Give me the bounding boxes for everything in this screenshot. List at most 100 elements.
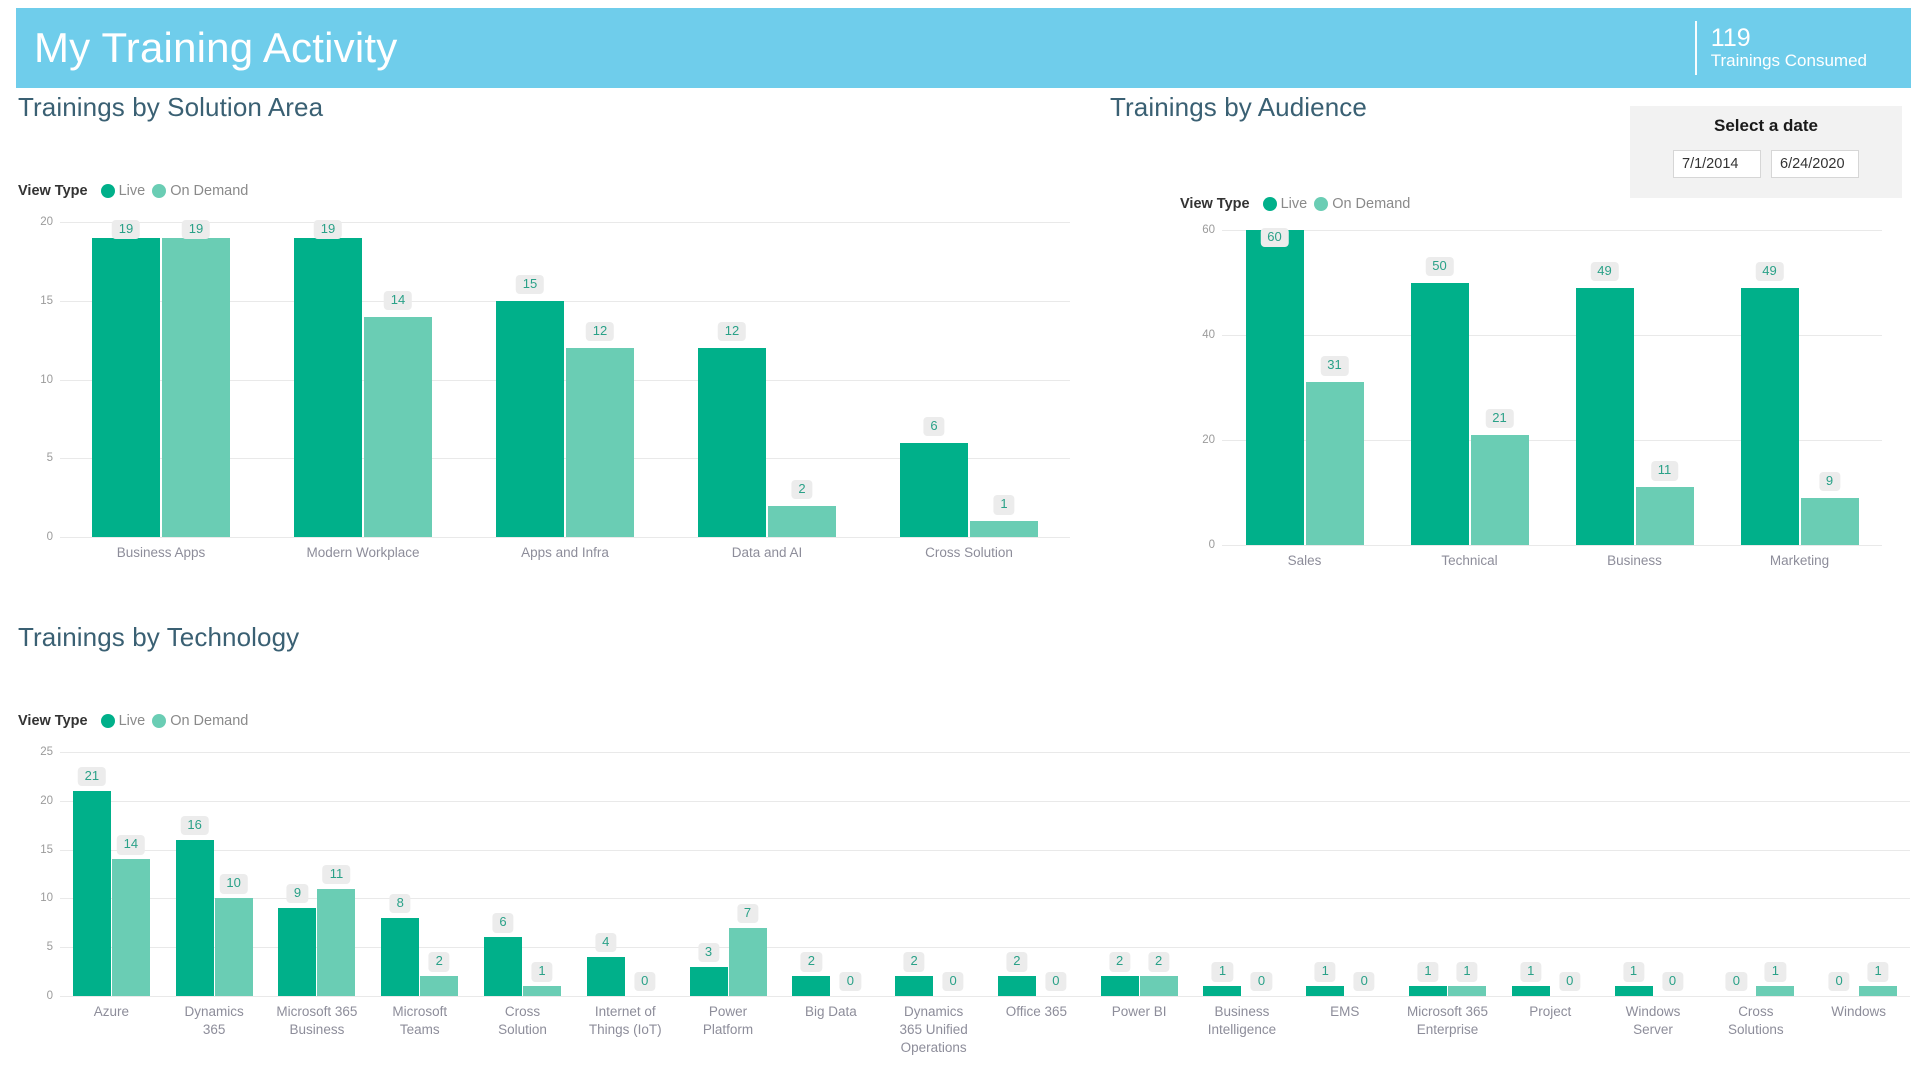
bar-data-label: 12	[717, 322, 747, 342]
bar[interactable]	[214, 898, 253, 996]
bar[interactable]	[1100, 976, 1139, 996]
bar[interactable]	[1800, 497, 1859, 545]
legend-dot-ondemand	[152, 714, 167, 728]
y-axis-tick: 40	[1202, 329, 1215, 341]
chart-technology[interactable]: 0 5 10 15 20 25 21 14 16 10 9 11 8 2 6 1 4 0 3 7 2 0 2 0 2 0 2 2 1 0 1…	[40, 746, 1910, 1002]
legend-item-ondemand[interactable]: On Demand	[1314, 196, 1410, 212]
bar[interactable]	[1245, 230, 1304, 545]
bar[interactable]	[1511, 986, 1550, 996]
bar[interactable]	[1575, 287, 1634, 545]
bar[interactable]	[1409, 986, 1447, 996]
bar[interactable]	[111, 859, 150, 996]
bar[interactable]	[381, 917, 420, 996]
legend-item-live[interactable]: Live	[1262, 196, 1307, 212]
bar-data-label: 11	[1650, 461, 1679, 481]
bar-data-label: 1	[1456, 962, 1478, 982]
legend-label-ondemand: On Demand	[1332, 196, 1411, 212]
bar-data-label: 19	[181, 220, 211, 240]
bar[interactable]	[162, 237, 230, 537]
bar[interactable]	[1470, 434, 1529, 545]
x-axis-label: Apps and Infra	[521, 545, 609, 560]
date-slicer-title: Select a date	[1714, 116, 1818, 135]
bar[interactable]	[496, 300, 564, 537]
x-axis-label: Power BI	[1111, 1004, 1167, 1019]
bar[interactable]	[1203, 986, 1242, 996]
chart-audience[interactable]: 0 20 40 60 60 31 50 21 49 11 49 9	[1202, 224, 1882, 551]
bar[interactable]	[523, 986, 561, 996]
x-axis-label: Business Apps	[116, 545, 206, 560]
kpi-divider	[1694, 21, 1697, 75]
bar[interactable]	[1448, 986, 1486, 996]
date-slicer[interactable]: Select a date 7/1/2014 6/24/2020	[1630, 106, 1902, 198]
bar[interactable]	[1139, 976, 1178, 996]
legend-item-live[interactable]: Live	[100, 183, 145, 199]
bar[interactable]	[689, 966, 728, 996]
bar[interactable]	[1635, 487, 1694, 545]
bar[interactable]	[997, 976, 1036, 996]
bar[interactable]	[586, 956, 625, 996]
y-axis-tick: 20	[1202, 434, 1215, 446]
bar[interactable]	[1859, 986, 1898, 996]
chart-solution-area-xaxis: Business Apps Modern Workplace Apps and In…	[60, 540, 1070, 598]
bar-data-label: 11	[322, 864, 351, 884]
bar[interactable]	[420, 976, 459, 996]
bar[interactable]	[698, 348, 766, 537]
legend-label-live: Live	[118, 713, 146, 729]
bar[interactable]	[1410, 282, 1469, 545]
legend-audience: View Type Live On Demand	[1180, 196, 1410, 212]
bar[interactable]	[484, 937, 522, 996]
bar[interactable]	[72, 791, 111, 996]
chart-solution-area[interactable]: 0 5 10 15 20 19 19 19 14 15 12 12 2 6 1	[40, 216, 1070, 543]
legend-item-ondemand[interactable]: On Demand	[152, 713, 248, 729]
bar[interactable]	[970, 521, 1038, 537]
bar-data-label: 4	[595, 932, 617, 953]
bar[interactable]	[1614, 986, 1653, 996]
gridline	[60, 996, 1910, 997]
legend-item-ondemand[interactable]: On Demand	[152, 183, 248, 199]
bar[interactable]	[175, 839, 214, 996]
bar-data-label: 6	[492, 913, 514, 933]
bar[interactable]	[895, 976, 934, 996]
bar[interactable]	[900, 442, 968, 537]
bar[interactable]	[294, 237, 362, 537]
bar-data-label: 14	[383, 290, 413, 310]
bar[interactable]	[728, 927, 767, 996]
bar-data-label: 10	[219, 874, 248, 894]
bar-data-label: 12	[585, 322, 615, 342]
x-axis-label: Microsoft Teams	[392, 1004, 448, 1038]
bar[interactable]	[317, 888, 356, 996]
x-axis-label: Sales	[1287, 553, 1322, 568]
bar[interactable]	[1306, 986, 1345, 996]
bar-data-label: 2	[903, 952, 925, 972]
bar-data-label: 0	[1250, 972, 1273, 992]
bar[interactable]	[278, 908, 317, 996]
bar[interactable]	[768, 505, 836, 537]
bar-data-label: 2	[1109, 952, 1131, 972]
end-date-input[interactable]: 6/24/2020	[1771, 150, 1859, 178]
bar[interactable]	[1740, 287, 1799, 545]
x-axis-label: Cross Solution	[498, 1004, 547, 1038]
page-title: My Training Activity	[34, 24, 398, 71]
start-date-input[interactable]: 7/1/2014	[1673, 150, 1761, 178]
bar[interactable]	[1756, 986, 1795, 996]
x-axis-label: Big Data	[804, 1004, 857, 1019]
bar-data-label: 49	[1590, 261, 1619, 282]
bar-data-label: 0	[1559, 972, 1581, 992]
legend-label-ondemand: On Demand	[170, 713, 249, 729]
bar-data-label: 50	[1425, 256, 1454, 276]
x-axis-label: Windows Server	[1625, 1004, 1681, 1038]
kpi-trainings-consumed: 119 Trainings Consumed	[1694, 17, 1911, 79]
bar[interactable]	[92, 237, 160, 537]
bar-data-label: 1	[1314, 962, 1336, 982]
bar-data-label: 1	[1520, 962, 1542, 982]
gridline	[60, 800, 1910, 802]
bar-data-label: 0	[942, 972, 964, 992]
bar[interactable]	[792, 976, 831, 996]
bar[interactable]	[1305, 382, 1364, 545]
bar[interactable]	[364, 316, 432, 537]
y-axis-tick: 60	[1202, 224, 1215, 236]
bar-data-label: 3	[697, 942, 720, 963]
bar-data-label: 0	[1353, 972, 1375, 992]
bar[interactable]	[566, 348, 634, 537]
legend-item-live[interactable]: Live	[100, 713, 146, 729]
